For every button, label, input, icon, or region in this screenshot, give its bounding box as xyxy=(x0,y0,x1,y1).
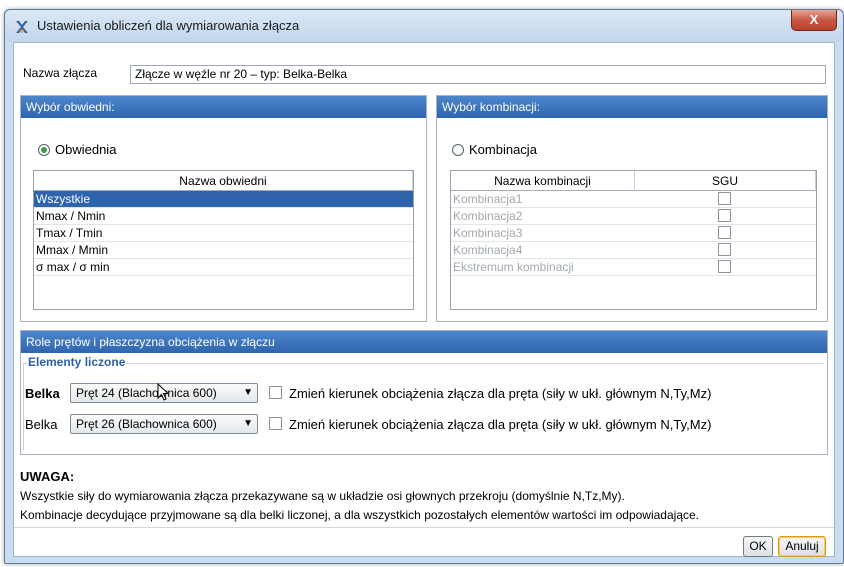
combination-row: Ekstremum kombinacji xyxy=(451,259,816,276)
bar-select-value: Pręt 26 (Blachownica 600) xyxy=(76,417,217,431)
joint-name-input[interactable]: Złącze w węźle nr 20 – typ: Belka-Belka xyxy=(130,65,826,84)
dialog-window: Ustawienia obliczeń dla wymiarowania złą… xyxy=(4,9,844,564)
combination-column-header[interactable]: Nazwa kombinacji xyxy=(451,171,635,191)
chevron-down-icon: ▼ xyxy=(243,387,253,398)
reverse-load-checkbox[interactable] xyxy=(269,386,282,399)
envelope-row[interactable]: Nmax / Nmin xyxy=(34,208,413,225)
elements-group-legend: Elementy liczone xyxy=(27,355,127,369)
note-line: Wszystkie siły do wymiarowania złącza pr… xyxy=(20,489,625,503)
close-icon: X xyxy=(809,12,819,27)
envelope-radio-label[interactable]: Obwiednia xyxy=(55,142,116,157)
sgu-checkbox[interactable] xyxy=(718,209,731,222)
combination-row-label: Ekstremum kombinacji xyxy=(453,260,574,274)
joint-name-label: Nazwa złącza xyxy=(23,66,98,80)
reverse-load-checkbox[interactable] xyxy=(269,417,282,430)
mouse-cursor-icon xyxy=(157,383,169,401)
envelope-row[interactable]: Tmax / Tmin xyxy=(34,225,413,242)
sgu-checkbox[interactable] xyxy=(718,192,731,205)
envelope-row[interactable]: Mmax / Mmin xyxy=(34,242,413,259)
envelope-panel: Wybór obwiedni: Obwiednia Nazwa obwiedni… xyxy=(20,95,427,322)
combination-radio[interactable] xyxy=(452,144,464,156)
title-bar[interactable]: Ustawienia obliczeń dla wymiarowania złą… xyxy=(5,10,843,42)
member-role-label: Belka xyxy=(25,386,60,401)
combination-row-label: Kombinacja2 xyxy=(453,209,523,223)
combination-panel-header: Wybór kombinacji: xyxy=(437,96,827,118)
elements-group-frame xyxy=(23,363,824,450)
chevron-down-icon: ▼ xyxy=(243,418,253,429)
envelope-row[interactable]: σ max / σ min xyxy=(34,259,413,276)
reverse-load-label[interactable]: Zmień kierunek obciążenia złącza dla prę… xyxy=(289,417,711,432)
member-role-label: Belka xyxy=(25,417,58,432)
button-separator xyxy=(14,527,834,528)
bar-select[interactable]: Pręt 26 (Blachownica 600) ▼ xyxy=(70,414,258,434)
note-line: Kombinacje decydujące przyjmowane są dla… xyxy=(20,508,699,522)
combination-panel: Wybór kombinacji: Kombinacja Nazwa kombi… xyxy=(436,95,828,322)
combination-row-label: Kombinacja1 xyxy=(453,192,523,206)
sgu-column-header[interactable]: SGU xyxy=(635,171,816,191)
roles-panel-header: Role prętów i płaszczyzna obciążenia w z… xyxy=(21,331,827,353)
combination-row: Kombinacja3 xyxy=(451,225,816,242)
app-icon xyxy=(16,21,28,34)
envelope-panel-header: Wybór obwiedni: xyxy=(21,96,426,118)
envelope-row[interactable]: Wszystkie xyxy=(34,191,413,208)
note-title: UWAGA: xyxy=(20,469,75,484)
reverse-load-label[interactable]: Zmień kierunek obciążenia złącza dla prę… xyxy=(289,386,711,401)
window-title: Ustawienia obliczeń dla wymiarowania złą… xyxy=(37,18,300,33)
sgu-checkbox[interactable] xyxy=(718,226,731,239)
ok-button[interactable]: OK xyxy=(743,536,773,557)
sgu-checkbox[interactable] xyxy=(718,243,731,256)
roles-panel: Role prętów i płaszczyzna obciążenia w z… xyxy=(20,330,828,455)
combination-row: Kombinacja1 xyxy=(451,191,816,208)
combination-row-label: Kombinacja4 xyxy=(453,243,523,257)
envelope-radio[interactable] xyxy=(38,144,50,156)
combination-row: Kombinacja4 xyxy=(451,242,816,259)
combination-row: Kombinacja2 xyxy=(451,208,816,225)
combination-table: Nazwa kombinacji SGU Kombinacja1 Kombina… xyxy=(450,170,817,310)
envelope-table: Nazwa obwiedni Wszystkie Nmax / Nmin Tma… xyxy=(33,170,414,310)
sgu-checkbox[interactable] xyxy=(718,260,731,273)
close-button[interactable]: X xyxy=(791,10,837,31)
combination-row-label: Kombinacja3 xyxy=(453,226,523,240)
envelope-column-header[interactable]: Nazwa obwiedni xyxy=(34,171,413,191)
bar-select-value: Pręt 24 (Blachownica 600) xyxy=(76,386,217,400)
cancel-button[interactable]: Anuluj xyxy=(778,536,826,557)
dialog-content: Nazwa złącza Złącze w węźle nr 20 – typ:… xyxy=(13,42,835,557)
combination-radio-label[interactable]: Kombinacja xyxy=(469,142,537,157)
